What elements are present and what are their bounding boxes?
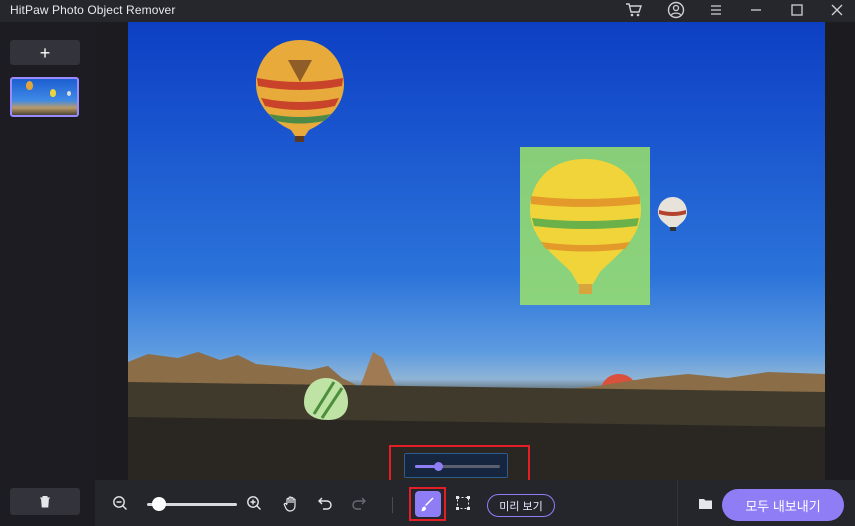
- rect-select-icon[interactable]: [453, 480, 473, 526]
- export-all-button[interactable]: 모두 내보내기: [722, 489, 844, 521]
- preview-button[interactable]: 미리 보기: [487, 494, 555, 517]
- thumb-balloon: [50, 89, 56, 97]
- toolbar-divider: [677, 480, 678, 526]
- zoom-in-icon[interactable]: [244, 480, 264, 526]
- trash-icon: [40, 496, 50, 508]
- minimize-icon[interactable]: [742, 0, 770, 20]
- balloon-large: [256, 40, 344, 142]
- zoom-out-icon[interactable]: [110, 480, 130, 526]
- brush-icon: [421, 497, 434, 511]
- close-icon[interactable]: [823, 0, 851, 20]
- maximize-icon[interactable]: [783, 0, 811, 20]
- undo-icon[interactable]: [315, 480, 335, 526]
- brush-size-slider[interactable]: [415, 465, 500, 468]
- menu-icon[interactable]: [702, 0, 730, 20]
- brush-tool-highlight: [409, 487, 446, 521]
- hand-icon[interactable]: [281, 480, 301, 526]
- title-bar: HitPaw Photo Object Remover: [0, 0, 855, 22]
- balloon-white: [658, 197, 687, 231]
- redo-icon[interactable]: [349, 480, 369, 526]
- cart-icon[interactable]: [620, 0, 648, 20]
- account-icon[interactable]: [662, 0, 690, 20]
- brush-size-popup: [404, 453, 508, 478]
- add-label: +: [39, 42, 51, 63]
- brush-tool-button[interactable]: [414, 491, 441, 517]
- brush-size-knob[interactable]: [434, 462, 444, 471]
- folder-icon[interactable]: [696, 480, 714, 526]
- thumb-balloon: [26, 81, 33, 90]
- balloon-photo: [128, 40, 825, 480]
- image-thumbnail[interactable]: [10, 77, 79, 117]
- add-image-button[interactable]: +: [10, 40, 80, 65]
- toolbar-divider: [392, 497, 393, 513]
- app-title: HitPaw Photo Object Remover: [10, 3, 176, 17]
- thumb-balloon: [67, 91, 71, 96]
- photo-canvas[interactable]: [128, 22, 825, 480]
- delete-button[interactable]: [10, 488, 80, 515]
